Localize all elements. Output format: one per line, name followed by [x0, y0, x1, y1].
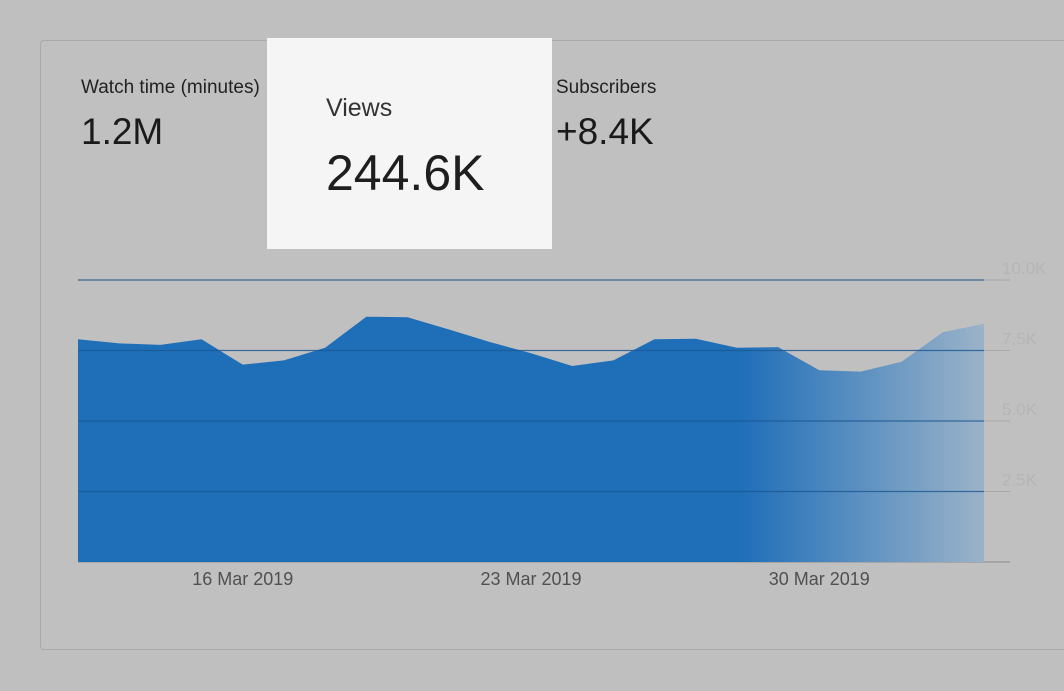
metric-label: Views — [326, 94, 393, 122]
views-area-series — [78, 316, 984, 562]
metric-value: 244.6K — [326, 145, 485, 201]
y-tick-label: 7.5K — [1002, 330, 1038, 349]
y-tick-label: 5.0K — [1002, 400, 1038, 419]
x-tick-label: 30 Mar 2019 — [769, 569, 870, 589]
y-tick-label: 10.0K — [1002, 259, 1047, 278]
y-tick-label: 2.5K — [1002, 471, 1038, 490]
x-tick-label: 23 Mar 2019 — [480, 569, 581, 589]
x-tick-label: 16 Mar 2019 — [192, 569, 293, 589]
metric-views-highlight[interactable]: Views 244.6K — [267, 38, 552, 249]
